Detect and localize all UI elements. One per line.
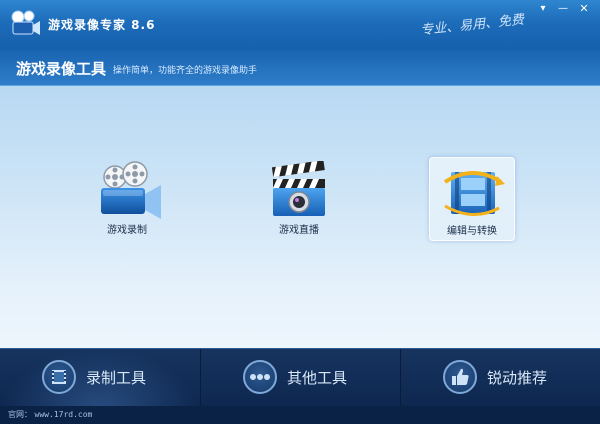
record-tool-label: 游戏录制 bbox=[107, 225, 147, 236]
status-bar: 官网： www.17rd.com bbox=[0, 406, 600, 424]
header-strip: 游戏录像工具 操作简单，功能齐全的游戏录像助手 bbox=[0, 50, 600, 86]
edit-convert-tool-label: 编辑与转换 bbox=[447, 226, 497, 237]
edit-convert-tool-button[interactable]: 编辑与转换 bbox=[429, 157, 515, 241]
record-tool-button[interactable]: 游戏录制 bbox=[84, 157, 170, 241]
minimize-button[interactable]: — bbox=[555, 2, 571, 16]
website-prefix: 官网： bbox=[8, 410, 32, 419]
close-button[interactable]: ✕ bbox=[576, 2, 592, 16]
thumbs-up-icon bbox=[443, 360, 477, 394]
film-camera-icon bbox=[101, 161, 161, 219]
live-tool-label: 游戏直播 bbox=[279, 225, 319, 236]
website-link[interactable]: www.17rd.com bbox=[35, 410, 93, 419]
menu-button[interactable]: ▾ bbox=[535, 2, 551, 16]
nav-record-tools-label: 录制工具 bbox=[86, 369, 147, 387]
app-logo-icon bbox=[11, 10, 40, 35]
clapperboard-icon bbox=[271, 161, 325, 216]
nav-recommend[interactable]: 锐动推荐 bbox=[400, 349, 600, 407]
more-dots-icon bbox=[243, 360, 277, 394]
film-strip-icon bbox=[42, 360, 76, 394]
app-title: 游戏录像专家 8.6 bbox=[48, 18, 156, 32]
nav-record-tools[interactable]: 录制工具 bbox=[0, 349, 200, 407]
app-window: 游戏录像专家 8.6 专业、易用、免费 ▾ — ✕ 游戏录像工具 操作简单，功能… bbox=[0, 0, 600, 424]
page-subtitle: 操作简单，功能齐全的游戏录像助手 bbox=[113, 66, 258, 76]
film-convert-icon bbox=[443, 171, 505, 216]
nav-other-tools-label: 其他工具 bbox=[287, 369, 348, 387]
bottom-nav: 录制工具 其他工具 锐动推荐 bbox=[0, 348, 600, 407]
title-bar[interactable]: 游戏录像专家 8.6 专业、易用、免费 ▾ — ✕ bbox=[0, 0, 600, 50]
page-title: 游戏录像工具 bbox=[16, 60, 107, 78]
nav-other-tools[interactable]: 其他工具 bbox=[200, 349, 400, 407]
slogan: 专业、易用、免费 bbox=[419, 12, 525, 39]
live-tool-button[interactable]: 游戏直播 bbox=[256, 157, 342, 241]
nav-recommend-label: 锐动推荐 bbox=[487, 369, 548, 387]
